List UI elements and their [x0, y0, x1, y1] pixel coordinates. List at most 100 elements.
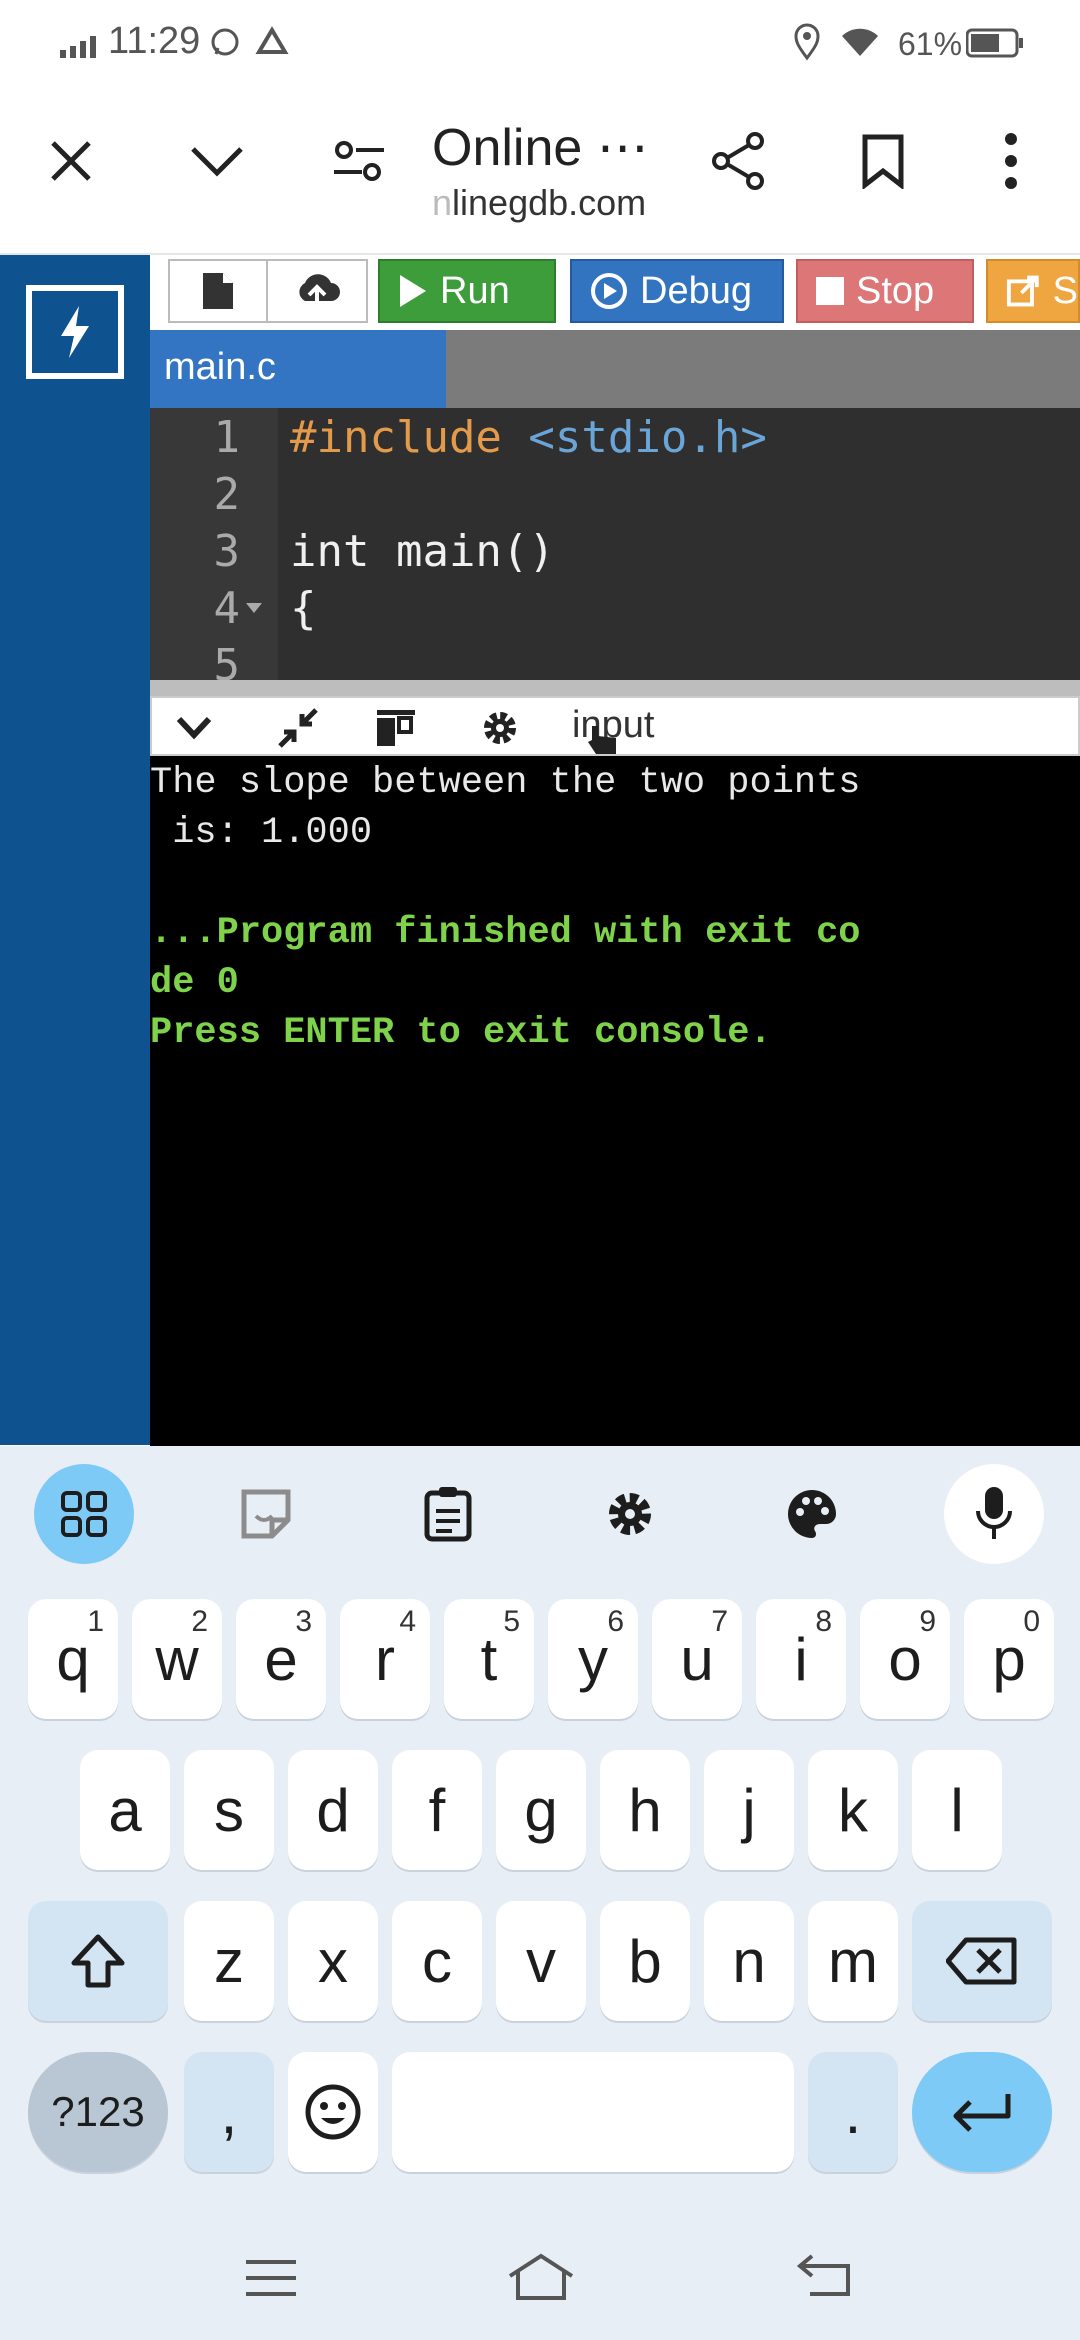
enter-arrow-icon — [953, 2094, 1011, 2132]
page-title[interactable]: Online ⋯ — [432, 118, 649, 178]
key-label: y — [578, 1625, 608, 1693]
code-text[interactable]: int main() — [290, 526, 555, 577]
fold-arrow-icon[interactable] — [246, 603, 262, 613]
key-label: q — [56, 1625, 90, 1693]
key-o[interactable]: o9 — [860, 1599, 950, 1719]
console-line: ...Program finished with exit co — [150, 912, 861, 954]
key-label: p — [992, 1625, 1026, 1693]
key-h[interactable]: h — [600, 1750, 690, 1870]
code-line: 1 #include <stdio.h> — [150, 408, 1080, 465]
chevron-down-icon[interactable] — [182, 126, 252, 196]
line-number: 1 — [213, 412, 241, 463]
emoji-key[interactable] — [288, 2052, 378, 2172]
tab-main-c[interactable]: main.c — [150, 330, 446, 408]
key-y[interactable]: y6 — [548, 1599, 638, 1719]
key-s[interactable]: s — [184, 1750, 274, 1870]
status-time: 11:29 — [108, 20, 201, 62]
key-hint: 8 — [815, 1605, 832, 1638]
share-button[interactable]: S — [986, 259, 1080, 323]
battery-icon — [966, 28, 1023, 58]
shift-key[interactable] — [28, 1901, 168, 2021]
debug-label: Debug — [640, 269, 752, 312]
more-options-icon[interactable] — [976, 126, 1046, 196]
apps-grid-icon[interactable] — [34, 1464, 134, 1564]
key-r[interactable]: r4 — [340, 1599, 430, 1719]
key-v[interactable]: v — [496, 1901, 586, 2021]
keyboard-settings-icon[interactable] — [580, 1464, 680, 1564]
layout-icon[interactable] — [374, 706, 418, 750]
key-l[interactable]: l — [912, 1750, 1002, 1870]
console-line: The slope between the two points — [150, 762, 861, 804]
menu-icon[interactable] — [244, 2258, 298, 2298]
left-rail — [0, 255, 150, 1445]
share-icon[interactable] — [704, 126, 774, 196]
screen: 11:29 61% Online ⋯ nlinegdb.com Run Debu… — [0, 0, 1080, 2340]
back-icon[interactable] — [796, 2252, 852, 2298]
key-e[interactable]: e3 — [236, 1599, 326, 1719]
chevron-down-icon[interactable] — [172, 706, 216, 750]
code-line: 3 int main() — [150, 522, 1080, 579]
key-i[interactable]: i8 — [756, 1599, 846, 1719]
key-u[interactable]: u7 — [652, 1599, 742, 1719]
stop-button[interactable]: Stop — [796, 259, 974, 323]
debug-button[interactable]: Debug — [570, 259, 784, 323]
code-text[interactable]: { — [290, 583, 317, 634]
key-n[interactable]: n — [704, 1901, 794, 2021]
backspace-key[interactable] — [912, 1901, 1052, 2021]
status-bar: 11:29 61% — [0, 0, 1080, 90]
clipboard-icon[interactable] — [398, 1464, 498, 1564]
external-share-icon — [1006, 275, 1039, 307]
gear-icon[interactable] — [478, 706, 522, 750]
period-key[interactable]: . — [808, 2052, 898, 2172]
run-button[interactable]: Run — [378, 259, 556, 323]
key-k[interactable]: k — [808, 1750, 898, 1870]
key-d[interactable]: d — [288, 1750, 378, 1870]
key-f[interactable]: f — [392, 1750, 482, 1870]
key-w[interactable]: w2 — [132, 1599, 222, 1719]
palette-icon[interactable] — [762, 1464, 862, 1564]
shift-arrow-icon — [71, 1934, 125, 1988]
key-m[interactable]: m — [808, 1901, 898, 2021]
enter-key[interactable] — [912, 2052, 1052, 2172]
minimize-icon[interactable] — [276, 706, 320, 750]
keyboard-toolbar — [0, 1446, 1080, 1576]
key-label: i — [794, 1625, 808, 1693]
lightning-logo-icon[interactable] — [26, 285, 124, 379]
stop-square-icon — [816, 277, 844, 305]
symbols-key[interactable]: ?123 — [28, 2052, 168, 2172]
spacebar[interactable] — [392, 2052, 794, 2172]
key-hint: 4 — [399, 1605, 416, 1638]
line-number: 2 — [213, 469, 241, 520]
key-hint: 3 — [295, 1605, 312, 1638]
page-url[interactable]: nlinegdb.com — [432, 182, 646, 224]
upload-icon[interactable] — [268, 261, 366, 321]
key-t[interactable]: t5 — [444, 1599, 534, 1719]
close-icon[interactable] — [36, 126, 106, 196]
code-text[interactable]: #include <stdio.h> — [290, 412, 767, 463]
microphone-icon[interactable] — [944, 1464, 1044, 1564]
sticker-icon[interactable] — [216, 1464, 316, 1564]
key-c[interactable]: c — [392, 1901, 482, 2021]
run-label: Run — [440, 269, 510, 312]
key-hint: 0 — [1023, 1605, 1040, 1638]
key-g[interactable]: g — [496, 1750, 586, 1870]
comma-key[interactable]: , — [184, 2052, 274, 2172]
code-editor[interactable]: 1 #include <stdio.h> 2 3 int main() 4 { … — [150, 408, 1080, 680]
key-b[interactable]: b — [600, 1901, 690, 2021]
bookmark-icon[interactable] — [848, 126, 918, 196]
key-p[interactable]: p0 — [964, 1599, 1054, 1719]
key-j[interactable]: j — [704, 1750, 794, 1870]
site-settings-icon[interactable] — [324, 126, 394, 196]
key-x[interactable]: x — [288, 1901, 378, 2021]
line-number: 5 — [213, 640, 241, 680]
key-a[interactable]: a — [80, 1750, 170, 1870]
home-icon[interactable] — [506, 2252, 576, 2302]
key-z[interactable]: z — [184, 1901, 274, 2021]
ide-toolbar: Run Debug Stop S — [150, 255, 1080, 325]
new-file-icon[interactable] — [170, 261, 268, 321]
panel-resize-handle[interactable] — [150, 680, 1080, 696]
console-output[interactable]: The slope between the two points is: 1.0… — [150, 756, 1080, 1446]
share-label: S — [1052, 269, 1078, 312]
key-q[interactable]: q1 — [28, 1599, 118, 1719]
